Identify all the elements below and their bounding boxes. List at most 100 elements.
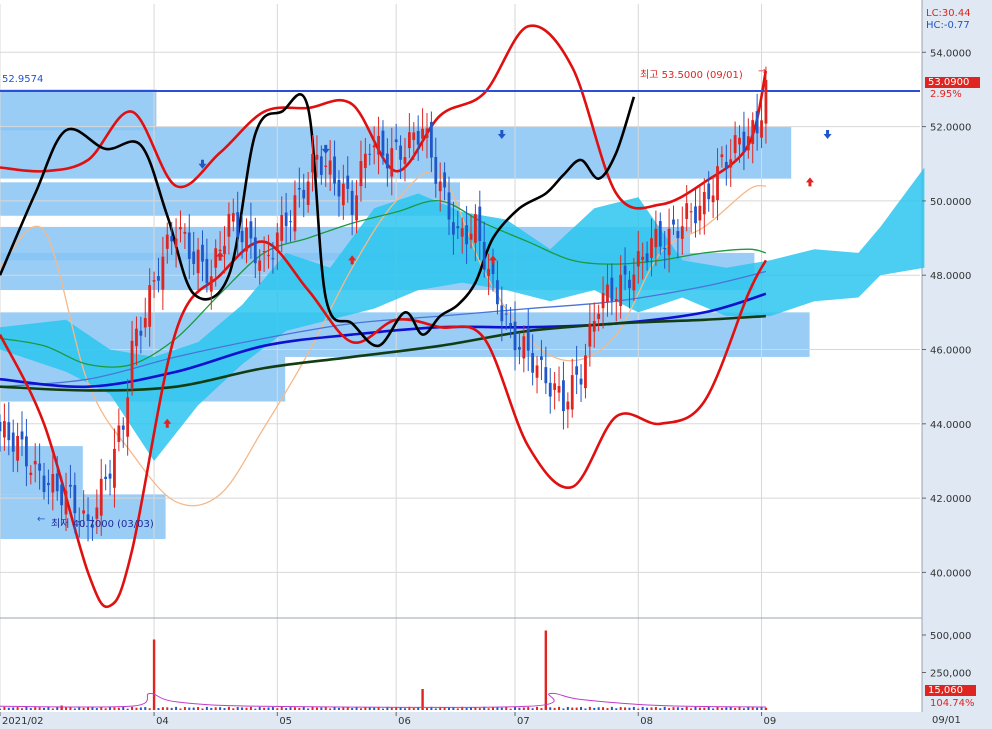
volume-bar	[434, 708, 437, 710]
volume-bar	[249, 706, 252, 710]
current-volume-tag: 15,060	[925, 685, 976, 696]
volume-bar	[144, 707, 147, 710]
volume-bar	[522, 707, 525, 710]
volume-bar	[742, 708, 745, 710]
volume-bar	[685, 706, 688, 710]
candle-body	[438, 181, 442, 192]
candle-body	[469, 233, 473, 240]
volume-bar	[73, 708, 76, 710]
volume-bar	[527, 707, 530, 710]
candle-body	[562, 380, 565, 412]
candle-body	[425, 128, 429, 138]
volume-profile-bar	[0, 89, 157, 131]
candle-body	[108, 473, 112, 479]
volume-bar	[122, 706, 125, 710]
volume-bar	[289, 707, 292, 710]
candle-body	[275, 232, 279, 250]
candle-body	[249, 221, 253, 239]
candle-body	[482, 242, 486, 270]
volume-bar	[38, 707, 41, 710]
candle-body	[192, 251, 196, 264]
current-price-tag: 53.0900	[925, 77, 980, 88]
candle-body	[764, 79, 768, 124]
candle-body	[614, 299, 618, 301]
candle-body	[509, 323, 513, 327]
volume-bar	[359, 708, 362, 710]
candle-body	[328, 160, 332, 175]
volume-bar	[232, 708, 235, 710]
volume-bar	[254, 708, 257, 710]
candle-body	[416, 130, 420, 145]
volume-bar	[456, 708, 459, 710]
candle-body	[82, 510, 86, 514]
volume-bar	[381, 708, 384, 710]
volume-bar	[729, 707, 732, 710]
volume-bar	[610, 706, 613, 710]
candle-body	[381, 130, 385, 156]
volume-bar	[500, 707, 503, 710]
candle-body	[284, 212, 288, 227]
candle-body	[689, 211, 693, 213]
candle-body	[584, 355, 587, 389]
volume-bar	[412, 708, 415, 710]
volume-bar	[698, 707, 701, 710]
candle-body	[363, 153, 367, 168]
volume-bar	[681, 707, 684, 710]
candle-body	[685, 203, 689, 219]
volume-axis-tick-label: 250,000	[930, 669, 971, 680]
x-axis-tick-label: 2021/02	[2, 716, 44, 727]
volume-bar	[756, 707, 759, 710]
volume-bar	[650, 707, 653, 710]
candle-body	[311, 153, 314, 173]
volume-bar	[179, 708, 182, 710]
volume-bar	[659, 708, 662, 710]
candle-body	[245, 227, 248, 252]
candle-body	[337, 179, 341, 197]
volume-bar	[536, 706, 539, 710]
volume-bar	[271, 707, 274, 710]
candle-body	[196, 249, 200, 274]
x-axis-tick-label: 07	[517, 716, 530, 727]
candle-body	[297, 188, 301, 190]
chart-canvas[interactable]: 54.0000 52.0000 50.0000 48.0000 46.0000 44.00…	[0, 0, 992, 729]
volume-bar	[588, 706, 591, 710]
candle-body	[553, 383, 557, 390]
candle-body	[751, 120, 755, 144]
volume-bar	[615, 708, 618, 710]
candle-body	[654, 228, 658, 248]
candle-body	[218, 249, 222, 252]
volume-bar	[223, 708, 226, 710]
volume-bar	[725, 707, 728, 710]
candle-body	[707, 183, 711, 200]
candle-body	[152, 280, 156, 282]
x-axis-tick-label: 09	[764, 716, 777, 727]
volume-bar	[624, 707, 627, 710]
candle-body	[496, 280, 499, 305]
volume-bar	[707, 706, 710, 710]
volume-bar	[628, 707, 631, 710]
candle-body	[11, 432, 15, 452]
candle-body	[355, 195, 358, 221]
candle-body	[258, 260, 262, 271]
volume-bar	[227, 706, 230, 710]
candle-body	[333, 156, 336, 184]
candle-body	[729, 159, 733, 168]
volume-bar	[747, 707, 750, 710]
volume-bar	[34, 707, 37, 710]
volume-bar	[241, 707, 244, 710]
volume-bar	[496, 707, 499, 710]
volume-bar	[197, 706, 200, 710]
y-axis-tick-label: 46.0000	[930, 346, 971, 357]
volume-bar	[293, 707, 296, 710]
volume-bar	[139, 707, 142, 710]
candle-body	[253, 237, 257, 264]
volume-bar	[342, 707, 345, 710]
volume-bar	[131, 706, 134, 710]
candle-body	[588, 323, 592, 347]
volume-spike-bar	[421, 689, 424, 710]
candle-body	[0, 421, 2, 432]
candle-body	[592, 320, 596, 332]
candle-body	[359, 161, 363, 187]
candle-body	[227, 213, 231, 237]
candle-body	[447, 192, 451, 220]
